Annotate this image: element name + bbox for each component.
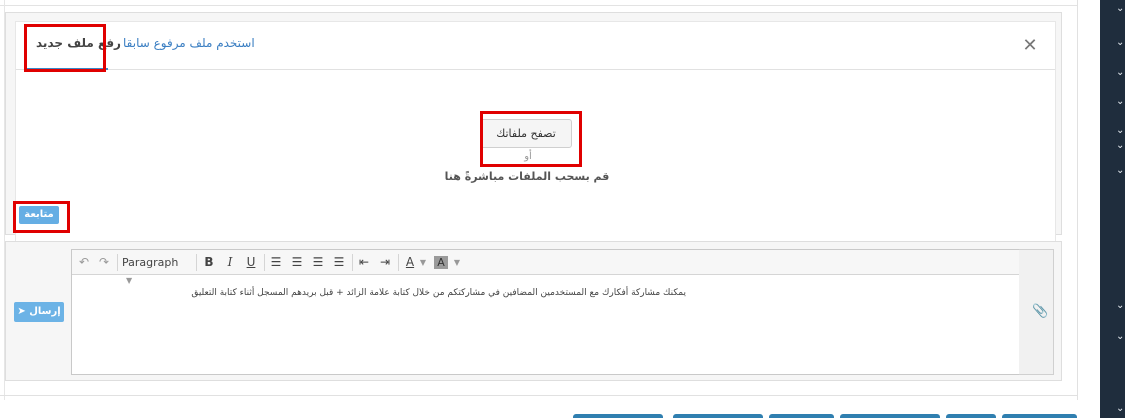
bottom-divider: [0, 395, 1077, 396]
sidebar-gap: [1078, 0, 1100, 418]
drop-files-hint: قم بسحب الملفات مباشرةً هنا: [444, 170, 610, 183]
toolbar-separator: [352, 254, 353, 271]
chevron-down-icon[interactable]: ⌄: [1116, 404, 1125, 414]
align-left-icon[interactable]: ☰: [268, 254, 284, 271]
tab-use-previous-file[interactable]: استخدم ملف مرفوع سابقا: [123, 36, 255, 50]
chevron-down-icon: ▼: [126, 276, 133, 285]
browse-files-button[interactable]: تصفح ملفاتك: [480, 119, 572, 148]
editor-content[interactable]: يمكنك مشاركة أفكارك مع المستخدمين المضاف…: [191, 288, 686, 298]
background-color-icon[interactable]: A: [434, 256, 448, 269]
bottom-action-button[interactable]: [673, 414, 763, 418]
close-icon[interactable]: ✕: [1021, 37, 1039, 55]
bold-icon[interactable]: B: [201, 254, 217, 271]
toolbar-separator: [196, 254, 197, 271]
indent-icon[interactable]: ⇥: [377, 254, 393, 271]
chevron-down-icon[interactable]: ▼: [418, 254, 428, 271]
chevron-down-icon[interactable]: ⌄: [1116, 68, 1125, 78]
editor-toolbar: ↶ ↷ Paragraph ▼ B I U ☰ ☰ ☰ ☰ ⇤ ⇥ A ▼ A …: [72, 250, 1020, 285]
or-separator: أو: [524, 151, 532, 162]
chevron-down-icon[interactable]: ⌄: [1116, 126, 1125, 136]
chevron-down-icon[interactable]: ⌄: [1116, 38, 1125, 48]
text-color-icon[interactable]: A: [402, 254, 418, 271]
chevron-down-icon[interactable]: ⌄: [1116, 301, 1125, 311]
underline-icon[interactable]: U: [243, 254, 259, 271]
align-right-icon[interactable]: ☰: [310, 254, 326, 271]
right-sidebar: [1100, 0, 1125, 418]
chevron-down-icon[interactable]: ⌄: [1116, 4, 1125, 14]
italic-icon[interactable]: I: [222, 254, 238, 271]
format-select-value: Paragraph: [122, 256, 179, 269]
chevron-down-icon[interactable]: ⌄: [1116, 166, 1125, 176]
chevron-down-icon[interactable]: ⌄: [1116, 332, 1125, 342]
tab-upload-new[interactable]: رفع ملف جديد: [36, 36, 121, 50]
bottom-action-button[interactable]: [1002, 414, 1077, 418]
comment-editor[interactable]: ↶ ↷ Paragraph ▼ B I U ☰ ☰ ☰ ☰ ⇤ ⇥ A ▼ A …: [71, 249, 1021, 375]
bottom-action-button[interactable]: [946, 414, 996, 418]
toolbar-separator: [117, 254, 118, 271]
undo-icon[interactable]: ↶: [77, 254, 91, 271]
bottom-action-button[interactable]: [769, 414, 834, 418]
align-justify-icon[interactable]: ☰: [331, 254, 347, 271]
chevron-down-icon[interactable]: ▼: [452, 254, 462, 271]
continue-button[interactable]: متابعة: [19, 206, 59, 224]
toolbar-separator: [264, 254, 265, 271]
toolbar-separator: [398, 254, 399, 271]
paperclip-icon[interactable]: 📎: [1032, 304, 1048, 319]
send-button-label: إرسال: [29, 306, 61, 317]
bottom-action-button[interactable]: [573, 414, 663, 418]
redo-icon[interactable]: ↷: [97, 254, 111, 271]
chevron-down-icon[interactable]: ⌄: [1116, 141, 1125, 151]
paper-plane-icon: ➤: [17, 306, 26, 317]
send-button[interactable]: ➤ إرسال: [14, 302, 64, 322]
top-divider: [0, 0, 1077, 6]
upload-tabs: رفع ملف جديد استخدم ملف مرفوع سابقا ✕: [16, 22, 1055, 70]
chevron-down-icon[interactable]: ⌄: [1116, 97, 1125, 107]
format-select[interactable]: Paragraph ▼: [122, 254, 190, 285]
outdent-icon[interactable]: ⇤: [356, 254, 372, 271]
bottom-action-button[interactable]: [840, 414, 940, 418]
active-tab-indicator: [24, 68, 108, 70]
align-center-icon[interactable]: ☰: [289, 254, 305, 271]
